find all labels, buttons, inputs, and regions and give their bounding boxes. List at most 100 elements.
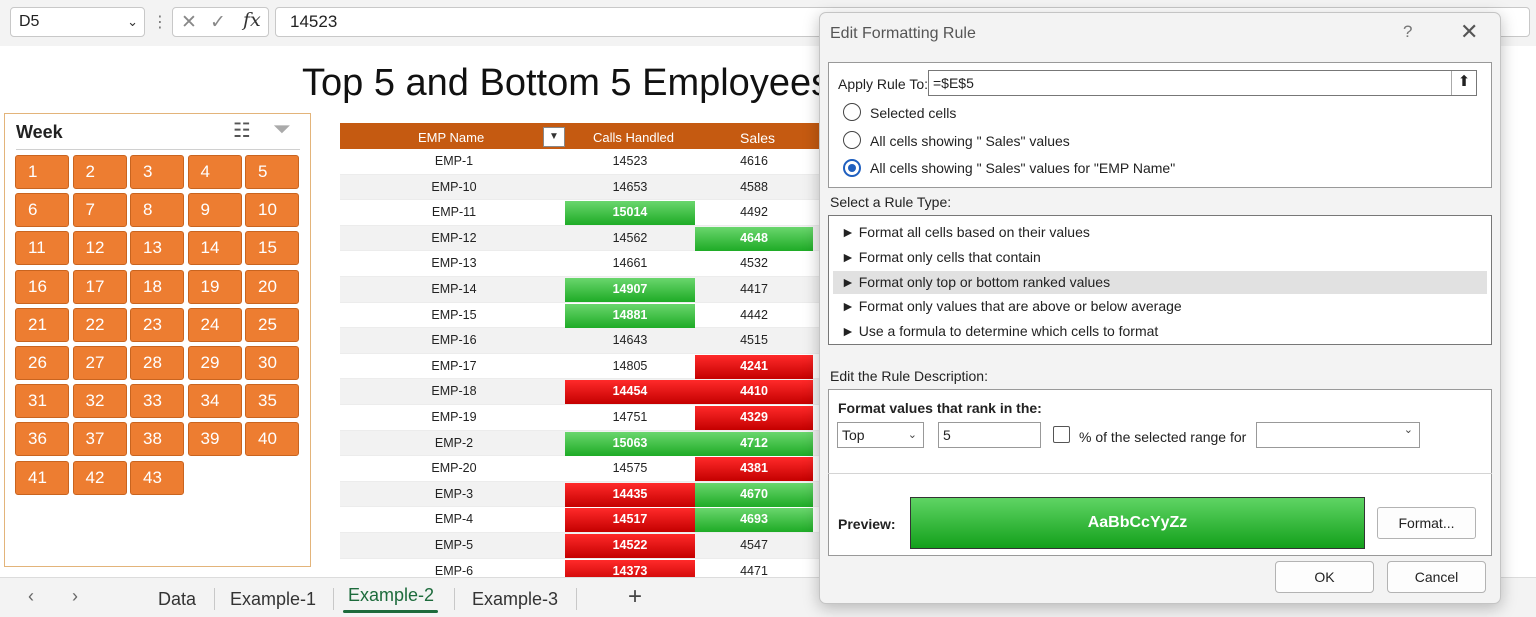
cell-emp-name[interactable]: EMP-20 <box>340 457 568 481</box>
cell-calls-handled[interactable]: 15063 <box>565 431 695 456</box>
rule-type-item[interactable]: ► Format only values that are above or b… <box>833 295 1487 318</box>
slicer-button[interactable]: 36 <box>15 422 69 457</box>
rule-type-item[interactable]: ► Format only top or bottom ranked value… <box>833 270 1487 294</box>
radio-sales-for-emp-name[interactable] <box>843 159 861 177</box>
cell-calls-handled[interactable]: 14751 <box>565 406 695 430</box>
sheet-tab-example-3[interactable]: Example-3 <box>472 589 558 610</box>
slicer-button[interactable]: 29 <box>187 346 242 380</box>
slicer-button[interactable]: 21 <box>15 307 69 342</box>
cell-emp-name[interactable]: EMP-15 <box>340 304 568 328</box>
cell-sales[interactable]: 4588 <box>695 176 813 200</box>
slicer-button[interactable]: 42 <box>72 460 127 495</box>
slicer-button[interactable]: 17 <box>72 269 127 304</box>
filter-dropdown-icon[interactable]: ▼ <box>543 127 565 147</box>
slicer-button[interactable]: 34 <box>187 384 242 419</box>
cell-emp-name[interactable]: EMP-5 <box>340 534 568 558</box>
sheet-tab-example-2[interactable]: Example-2 <box>348 585 434 606</box>
cell-sales[interactable]: 4417 <box>695 278 813 302</box>
cell-calls-handled[interactable]: 14562 <box>565 227 695 251</box>
cell-calls-handled[interactable]: 14661 <box>565 252 695 276</box>
rank-count-input[interactable]: 5 <box>938 422 1041 448</box>
slicer-button[interactable]: 15 <box>245 231 299 266</box>
cell-emp-name[interactable]: EMP-2 <box>340 432 568 456</box>
slicer-button[interactable]: 6 <box>15 193 69 228</box>
rule-type-item[interactable]: ► Use a formula to determine which cells… <box>833 320 1487 343</box>
slicer-button[interactable]: 14 <box>187 231 242 266</box>
close-icon[interactable]: ✕ <box>1460 19 1478 45</box>
cell-sales[interactable]: 4329 <box>695 406 813 430</box>
cell-sales[interactable]: 4532 <box>695 252 813 276</box>
cell-calls-handled[interactable]: 14643 <box>565 329 695 353</box>
cell-emp-name[interactable]: EMP-12 <box>340 227 568 251</box>
slicer-button[interactable]: 33 <box>130 384 184 419</box>
slicer-button[interactable]: 40 <box>245 422 299 457</box>
cell-sales[interactable]: 4670 <box>695 482 813 507</box>
slicer-button[interactable]: 7 <box>72 193 127 228</box>
insert-function-icon[interactable]: fx <box>243 9 261 31</box>
chevron-right-icon[interactable]: › <box>72 586 78 607</box>
rule-type-item[interactable]: ► Format all cells based on their values <box>833 221 1487 244</box>
radio-all-sales[interactable] <box>843 131 861 149</box>
chevron-down-icon[interactable]: ⌄ <box>127 8 138 36</box>
slicer-button[interactable]: 12 <box>72 231 127 266</box>
chevron-left-icon[interactable]: ‹ <box>28 586 34 607</box>
slicer-button[interactable]: 43 <box>130 460 184 495</box>
top-bottom-select[interactable]: Top ⌄ <box>837 422 924 448</box>
cell-emp-name[interactable]: EMP-1 <box>340 150 568 174</box>
slicer-button[interactable]: 24 <box>187 307 242 342</box>
cell-calls-handled[interactable]: 15014 <box>565 201 695 226</box>
range-for-select[interactable]: ⌄ <box>1256 422 1420 448</box>
cell-sales[interactable]: 4712 <box>695 431 813 456</box>
slicer-button[interactable]: 25 <box>245 307 299 342</box>
slicer-button[interactable]: 41 <box>15 460 69 495</box>
slicer-button[interactable]: 11 <box>15 231 69 266</box>
slicer-button[interactable]: 4 <box>187 155 242 189</box>
slicer-button[interactable]: 32 <box>72 384 127 419</box>
cell-sales[interactable]: 4648 <box>695 226 813 251</box>
cell-sales[interactable]: 4515 <box>695 329 813 353</box>
cell-sales[interactable]: 4547 <box>695 534 813 558</box>
slicer-button[interactable]: 38 <box>130 422 184 457</box>
rule-type-item[interactable]: ► Format only cells that contain <box>833 246 1487 269</box>
format-button[interactable]: Format... <box>1377 507 1476 539</box>
help-icon[interactable]: ? <box>1403 22 1412 42</box>
add-sheet-icon[interactable]: + <box>628 583 642 611</box>
slicer-button[interactable]: 22 <box>72 307 127 342</box>
cell-emp-name[interactable]: EMP-18 <box>340 380 568 404</box>
slicer-button[interactable]: 10 <box>245 193 299 228</box>
cell-calls-handled[interactable]: 14881 <box>565 303 695 328</box>
cell-calls-handled[interactable]: 14522 <box>565 534 695 558</box>
cell-sales[interactable]: 4693 <box>695 508 813 533</box>
cell-sales[interactable]: 4381 <box>695 457 813 482</box>
cancel-icon[interactable]: ✕ <box>181 11 197 34</box>
cell-emp-name[interactable]: EMP-3 <box>340 483 568 507</box>
cell-emp-name[interactable]: EMP-19 <box>340 406 568 430</box>
slicer-button[interactable]: 19 <box>187 269 242 304</box>
cell-emp-name[interactable]: EMP-17 <box>340 355 568 379</box>
slicer-button[interactable]: 39 <box>187 422 242 457</box>
slicer-button[interactable]: 5 <box>245 155 299 189</box>
slicer-button[interactable]: 37 <box>72 422 127 457</box>
cell-calls-handled[interactable]: 14805 <box>565 355 695 379</box>
multi-select-icon[interactable]: ☷ <box>233 118 251 143</box>
cell-emp-name[interactable]: EMP-4 <box>340 508 568 532</box>
name-box[interactable]: D5 ⌄ <box>10 7 145 37</box>
slicer-button[interactable]: 8 <box>130 193 184 228</box>
cell-sales[interactable]: 4492 <box>695 201 813 225</box>
slicer-button[interactable]: 18 <box>130 269 184 304</box>
cell-emp-name[interactable]: EMP-13 <box>340 252 568 276</box>
radio-selected-cells[interactable] <box>843 103 861 121</box>
cell-calls-handled[interactable]: 14907 <box>565 278 695 302</box>
slicer-button[interactable]: 9 <box>187 193 242 228</box>
cell-calls-handled[interactable]: 14454 <box>565 380 695 405</box>
slicer-button[interactable]: 20 <box>245 269 299 304</box>
cell-sales[interactable]: 4442 <box>695 304 813 328</box>
clear-filter-icon[interactable]: ⏷ <box>273 116 291 142</box>
cell-calls-handled[interactable]: 14523 <box>565 150 695 174</box>
slicer-button[interactable]: 3 <box>130 155 184 189</box>
slicer-button[interactable]: 13 <box>130 231 184 266</box>
slicer-button[interactable]: 27 <box>72 346 127 380</box>
cell-sales[interactable]: 4241 <box>695 354 813 379</box>
slicer-button[interactable]: 2 <box>72 155 127 189</box>
cell-calls-handled[interactable]: 14653 <box>565 176 695 200</box>
